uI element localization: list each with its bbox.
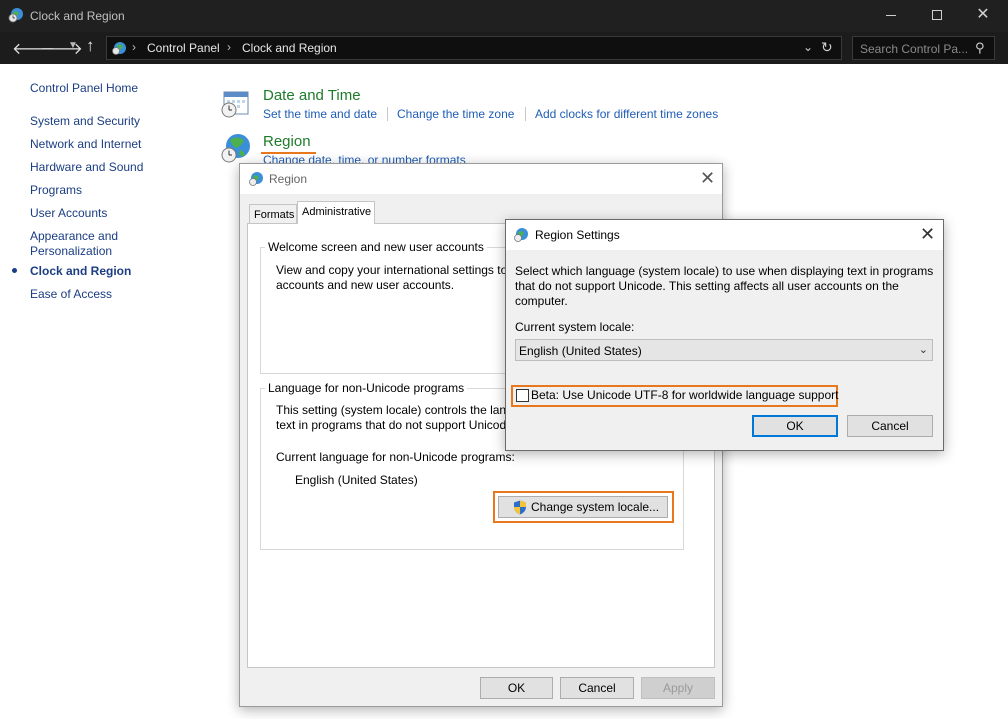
minimize-icon <box>886 15 896 16</box>
address-bar[interactable]: › Control Panel › Clock and Region ⌄ ↻ <box>106 36 842 60</box>
link-separator <box>387 107 388 121</box>
settings-ok-button[interactable]: OK <box>752 415 838 437</box>
system-locale-value: English (United States) <box>519 344 642 358</box>
welcome-group-legend: Welcome screen and new user accounts <box>265 240 487 254</box>
close-button[interactable]: ✕ <box>960 0 1006 32</box>
address-dropdown-icon[interactable]: ⌄ <box>803 40 813 54</box>
beta-utf8-label[interactable]: Beta: Use Unicode UTF-8 for worldwide la… <box>531 388 839 403</box>
tab-formats-label: Formats <box>254 209 295 221</box>
maximize-button[interactable] <box>914 0 960 32</box>
date-time-icon[interactable] <box>220 86 252 118</box>
current-language-value: English (United States) <box>295 473 418 487</box>
region-dialog-close-icon[interactable]: ✕ <box>700 168 715 189</box>
current-item-bullet-icon <box>12 268 17 273</box>
current-language-label: Current language for non-Unicode program… <box>276 450 515 464</box>
region-cancel-label: Cancel <box>578 681 616 695</box>
breadcrumb-chevron-icon[interactable]: › <box>132 40 136 54</box>
breadcrumb-clock-and-region[interactable]: Clock and Region <box>242 41 337 55</box>
sidebar-control-panel-home[interactable]: Control Panel Home <box>30 81 138 96</box>
chevron-down-icon: ⌄ <box>918 344 928 356</box>
welcome-text-line1: View and copy your international setting… <box>276 263 508 277</box>
settings-cancel-button[interactable]: Cancel <box>847 415 933 437</box>
control-panel-icon <box>112 42 126 55</box>
navigation-bar: 🡐 🡒 ▼ ↑ › Control Panel › Clock and Regi… <box>0 32 1008 64</box>
maximize-icon <box>932 10 942 20</box>
region-dialog-globe-icon <box>249 172 263 186</box>
title-bar: Clock and Region ✕ <box>0 0 1008 32</box>
change-time-zone-link[interactable]: Change the time zone <box>397 107 514 121</box>
search-input[interactable]: Search Control Pa... ⚲ <box>852 36 995 60</box>
tab-formats[interactable]: Formats <box>249 204 297 224</box>
up-arrow-icon[interactable]: ↑ <box>86 36 95 56</box>
non-unicode-text-line2: text in programs that do not support Uni… <box>276 418 507 432</box>
link-separator <box>525 107 526 121</box>
region-apply-label: Apply <box>662 681 694 695</box>
sidebar-item-hardware-sound[interactable]: Hardware and Sound <box>30 160 143 175</box>
sidebar-item-programs[interactable]: Programs <box>30 183 82 198</box>
tab-administrative[interactable]: Administrative <box>297 201 375 224</box>
uac-shield-icon <box>514 500 526 515</box>
sidebar-item-user-accounts[interactable]: User Accounts <box>30 206 107 221</box>
region-settings-globe-icon <box>514 228 528 242</box>
region-ok-label: OK <box>507 681 526 695</box>
region-settings-titlebar[interactable]: Region Settings ✕ <box>506 220 943 250</box>
system-locale-dropdown[interactable]: English (United States) ⌄ <box>515 339 933 361</box>
add-clocks-link[interactable]: Add clocks for different time zones <box>535 107 718 121</box>
recent-locations-chevron-icon[interactable]: ▼ <box>68 40 78 51</box>
breadcrumb-chevron-icon[interactable]: › <box>227 40 231 54</box>
settings-cancel-label: Cancel <box>871 419 909 433</box>
region-settings-close-icon[interactable]: ✕ <box>920 224 935 245</box>
current-system-locale-label: Current system locale: <box>515 320 635 334</box>
change-system-locale-button[interactable]: Change system locale... <box>498 496 668 518</box>
sidebar-item-appearance-line2[interactable]: Personalization <box>30 244 112 259</box>
sidebar-item-clock-region[interactable]: Clock and Region <box>30 264 131 279</box>
close-icon: ✕ <box>976 6 990 23</box>
region-ok-button[interactable]: OK <box>480 677 553 699</box>
breadcrumb-control-panel[interactable]: Control Panel <box>147 41 220 55</box>
set-time-date-link[interactable]: Set the time and date <box>263 107 377 121</box>
region-category-title[interactable]: Region <box>263 133 311 150</box>
change-system-locale-label: Change system locale... <box>531 500 660 514</box>
settings-desc-line2: that do not support Unicode. This settin… <box>515 279 899 293</box>
region-settings-dialog: Region Settings ✕ Select which language … <box>505 219 944 451</box>
region-apply-button[interactable]: Apply <box>641 677 715 699</box>
region-settings-title: Region Settings <box>535 228 620 242</box>
sidebar-item-appearance-line1[interactable]: Appearance and <box>30 229 118 244</box>
minimize-button[interactable] <box>868 0 914 32</box>
settings-ok-label: OK <box>786 419 804 433</box>
beta-utf8-checkbox[interactable] <box>516 389 529 402</box>
settings-desc-line3: computer. <box>515 294 568 308</box>
settings-desc-line1: Select which language (system locale) to… <box>515 264 934 278</box>
sidebar-item-system-security[interactable]: System and Security <box>30 114 140 129</box>
sidebar-item-ease-of-access[interactable]: Ease of Access <box>30 287 112 302</box>
search-icon[interactable]: ⚲ <box>975 40 985 56</box>
welcome-text-line2: accounts and new user accounts. <box>276 278 455 292</box>
window-title: Clock and Region <box>30 9 125 23</box>
sidebar-item-network-internet[interactable]: Network and Internet <box>30 137 141 152</box>
date-time-category-title[interactable]: Date and Time <box>263 87 361 104</box>
region-cancel-button[interactable]: Cancel <box>560 677 634 699</box>
non-unicode-group-legend: Language for non-Unicode programs <box>265 381 468 395</box>
refresh-icon[interactable]: ↻ <box>821 39 833 56</box>
search-placeholder: Search Control Pa... <box>860 42 969 56</box>
clock-region-icon <box>8 8 23 23</box>
region-dialog-title: Region <box>269 172 308 186</box>
region-globe-icon[interactable] <box>220 132 252 164</box>
region-dialog-titlebar[interactable]: Region ✕ <box>240 164 722 194</box>
tab-administrative-label: Administrative <box>302 206 372 218</box>
non-unicode-text-line1: This setting (system locale) controls th… <box>276 403 513 417</box>
